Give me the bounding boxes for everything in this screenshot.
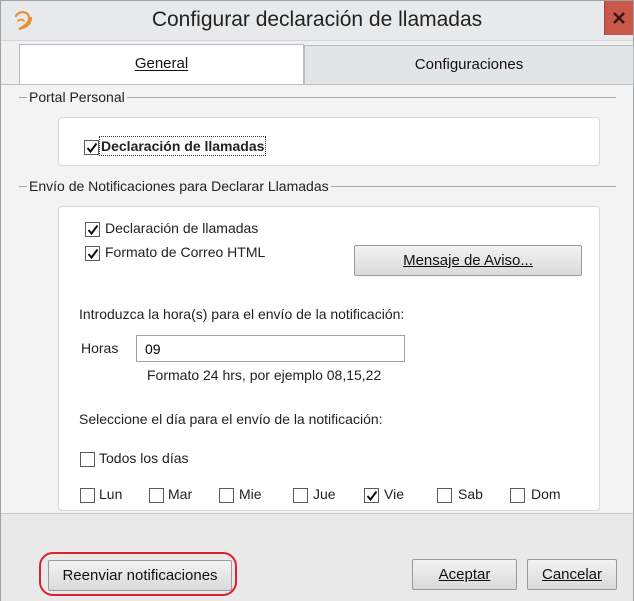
all-days-checkbox[interactable]	[80, 452, 95, 467]
mensaje-aviso-button[interactable]: Mensaje de Aviso...	[354, 245, 582, 276]
aceptar-label: Aceptar	[438, 566, 491, 583]
portal-group-label: Portal Personal	[27, 89, 127, 105]
cancelar-label: Cancelar	[541, 566, 603, 583]
day-jue-checkbox[interactable]	[293, 488, 308, 503]
notif-declaracion-checkbox[interactable]	[85, 222, 100, 237]
highlight-annotation	[39, 552, 237, 596]
checkmark-icon	[366, 490, 378, 502]
portal-panel: Declaración de llamadas	[58, 117, 600, 166]
day-mie-label[interactable]: Mie	[239, 486, 262, 502]
cancelar-button[interactable]: Cancelar	[527, 559, 617, 590]
day-lun-checkbox[interactable]	[80, 488, 95, 503]
all-days-label[interactable]: Todos los días	[99, 450, 189, 466]
day-mar-checkbox[interactable]	[149, 488, 164, 503]
hours-label: Horas	[81, 340, 119, 356]
tab-general[interactable]: General	[19, 44, 304, 86]
day-sab-checkbox[interactable]	[437, 488, 452, 503]
general-tab-panel: Portal Personal Declaración de llamadas …	[1, 84, 633, 513]
checkmark-icon	[87, 248, 99, 260]
aceptar-button[interactable]: Aceptar	[412, 559, 517, 590]
days-prompt: Seleccione el día para el envío de la no…	[79, 411, 383, 427]
title-bar[interactable]: Configurar declaración de llamadas	[1, 1, 633, 41]
day-vie-checkbox[interactable]	[364, 488, 379, 503]
day-mie-checkbox[interactable]	[219, 488, 234, 503]
mensaje-aviso-label: Mensaje de Aviso...	[403, 252, 533, 269]
day-mar-label[interactable]: Mar	[168, 486, 192, 502]
close-button[interactable]	[604, 1, 633, 35]
day-dom-label[interactable]: Dom	[531, 486, 561, 502]
close-icon	[613, 12, 625, 24]
day-jue-label[interactable]: Jue	[313, 486, 336, 502]
tab-configuraciones-label: Configuraciones	[414, 56, 524, 73]
window-title: Configurar declaración de llamadas	[151, 8, 483, 31]
portal-declaracion-checkbox[interactable]	[84, 140, 99, 155]
html-format-label[interactable]: Formato de Correo HTML	[105, 244, 265, 260]
html-format-checkbox[interactable]	[85, 246, 100, 261]
hours-hint: Formato 24 hrs, por ejemplo 08,15,22	[147, 367, 382, 383]
checkmark-icon	[86, 142, 98, 154]
notifications-group-label: Envío de Notificaciones para Declarar Ll…	[27, 178, 331, 194]
dialog-window: Configurar declaración de llamadas Gener…	[0, 0, 634, 601]
day-vie-label[interactable]: Vie	[384, 486, 404, 502]
notif-declaracion-label[interactable]: Declaración de llamadas	[105, 220, 258, 236]
day-dom-checkbox[interactable]	[510, 488, 525, 503]
day-sab-label[interactable]: Sab	[458, 486, 483, 502]
tab-general-label: General	[134, 55, 189, 72]
hours-input[interactable]	[136, 335, 405, 362]
portal-declaracion-label[interactable]: Declaración de llamadas	[98, 136, 267, 156]
tab-configuraciones[interactable]: Configuraciones	[304, 45, 634, 86]
checkmark-icon	[87, 224, 99, 236]
hours-prompt: Introduzca la hora(s) para el envío de l…	[79, 306, 405, 322]
day-lun-label[interactable]: Lun	[99, 486, 122, 502]
